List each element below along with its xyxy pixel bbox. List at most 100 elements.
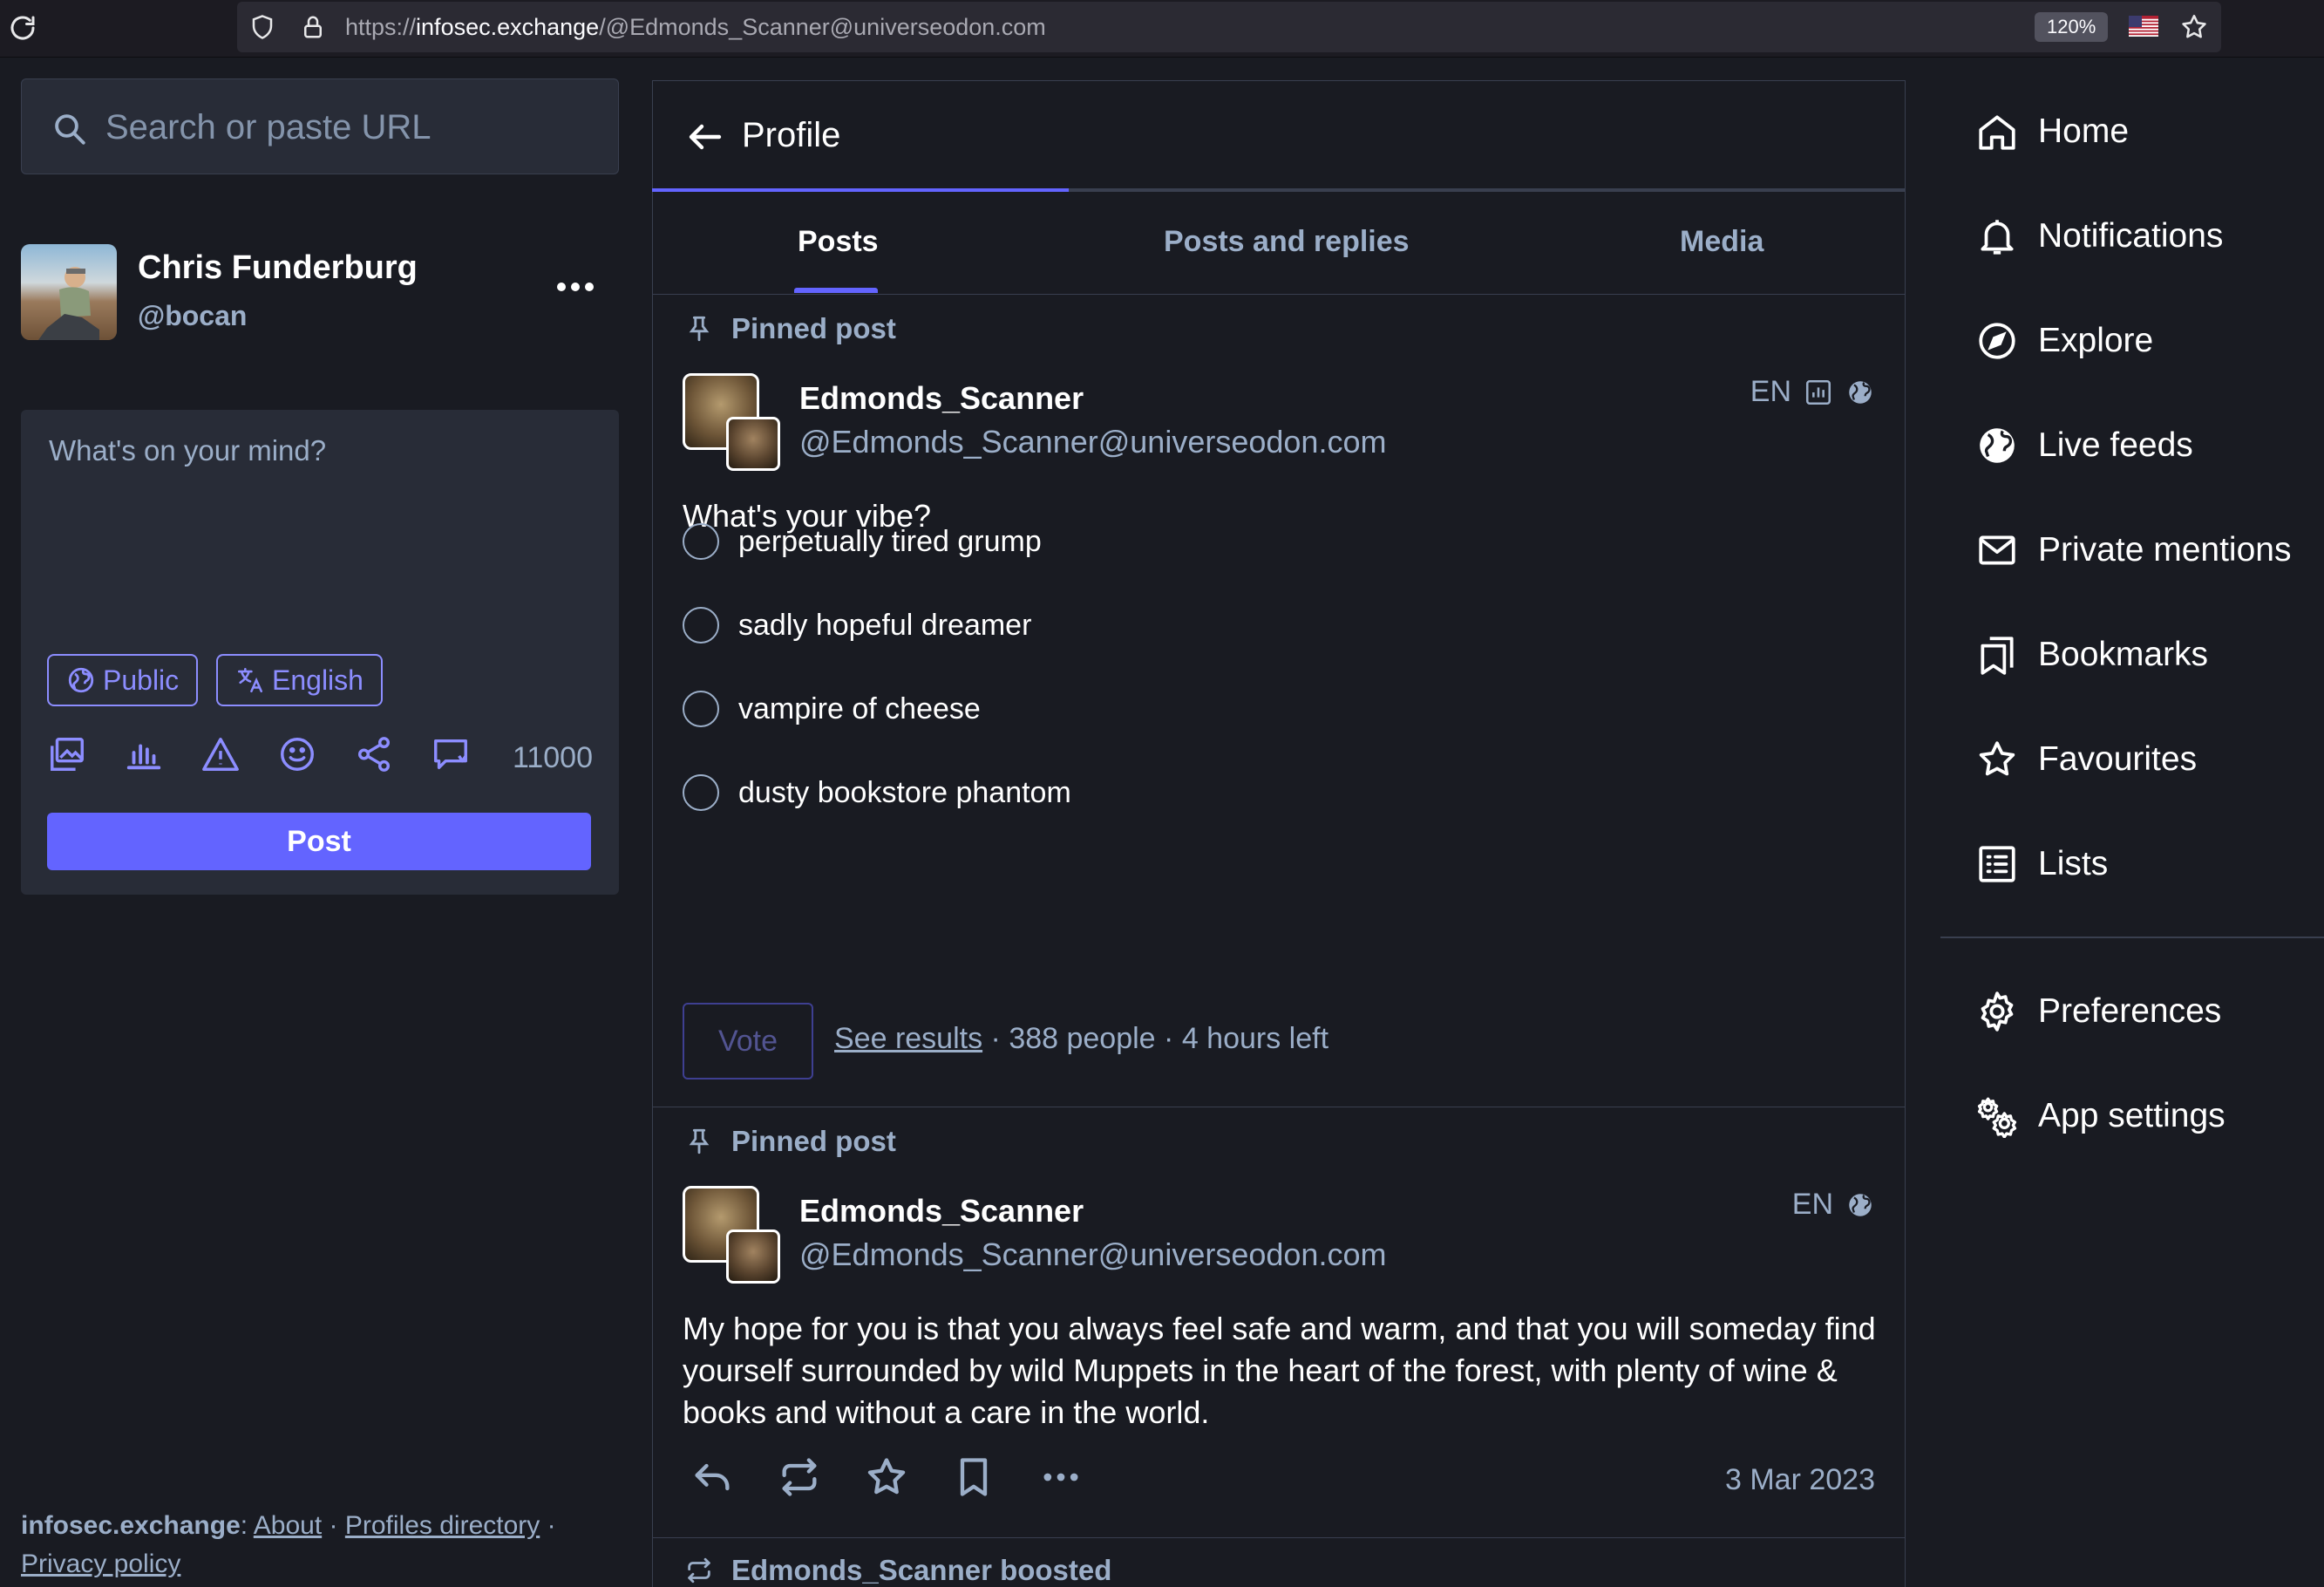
display-name[interactable]: Edmonds_Scanner xyxy=(799,380,1084,417)
bookmarks-icon xyxy=(1981,637,2014,675)
avatar[interactable] xyxy=(683,373,780,471)
account-name[interactable]: Chris Funderburg xyxy=(138,249,418,287)
bookmark-star-icon[interactable] xyxy=(2179,12,2209,42)
globe-icon xyxy=(68,667,94,693)
tab-posts[interactable]: Posts xyxy=(798,225,879,259)
address-bar[interactable]: https://infosec.exchange/@Edmonds_Scanne… xyxy=(237,2,2221,52)
poll-icon[interactable] xyxy=(124,734,164,774)
account-avatar-overlay xyxy=(726,417,780,471)
status-item[interactable]: Edmonds_Scanner boosted xyxy=(652,1538,1906,1587)
poll-radio[interactable] xyxy=(683,691,719,727)
vote-button[interactable]: Vote xyxy=(683,1003,813,1080)
see-results-link[interactable]: See results xyxy=(834,1022,982,1055)
compose-textarea[interactable] xyxy=(49,434,589,635)
poll-radio[interactable] xyxy=(683,607,719,644)
account-handle[interactable]: @Edmonds_Scanner@universeodon.com xyxy=(799,424,1386,460)
about-link[interactable]: About xyxy=(254,1511,322,1540)
column-header: Profile xyxy=(652,80,1906,192)
search-input[interactable] xyxy=(105,100,594,154)
pin-icon xyxy=(689,1128,710,1154)
poll-radio[interactable] xyxy=(683,774,719,811)
active-tab-indicator xyxy=(794,288,878,293)
status-item[interactable]: Pinned post Edmonds_Scanner @Edmonds_Sca… xyxy=(652,1107,1906,1538)
poll-option-label: sadly hopeful dreamer xyxy=(738,608,1032,642)
share-icon[interactable] xyxy=(354,734,394,774)
nav-label: App settings xyxy=(2038,1097,2225,1134)
globe-icon[interactable] xyxy=(1845,378,1875,407)
star-icon xyxy=(1979,741,2015,776)
nav-label: Home xyxy=(2038,112,2130,150)
url-text[interactable]: https://infosec.exchange/@Edmonds_Scanne… xyxy=(345,14,1046,41)
zoom-level-badge[interactable]: 120% xyxy=(2035,12,2109,42)
poll-option[interactable]: vampire of cheese xyxy=(683,691,981,727)
reload-icon[interactable] xyxy=(7,12,38,44)
visibility-button[interactable]: Public xyxy=(47,654,199,706)
translate-icon xyxy=(237,667,263,693)
nav-private-mentions[interactable]: Private mentions xyxy=(1975,520,2291,581)
status-action-bar xyxy=(690,1454,1084,1500)
poll-option-label: vampire of cheese xyxy=(738,691,981,725)
boost-icon[interactable] xyxy=(777,1454,822,1500)
account-handle[interactable]: @bocan xyxy=(138,300,247,332)
nav-preferences[interactable]: Preferences xyxy=(1975,981,2221,1042)
status-meta: EN xyxy=(1750,375,1875,409)
poll-badge-icon xyxy=(1805,379,1831,405)
us-flag-icon[interactable] xyxy=(2129,16,2158,37)
footer-links: infosec.exchange: About · Profiles direc… xyxy=(21,1511,556,1578)
display-name[interactable]: Edmonds_Scanner xyxy=(799,1193,1084,1229)
nav-label: Private mentions xyxy=(2038,531,2292,569)
privacy-policy-link[interactable]: Privacy policy xyxy=(21,1550,180,1578)
list-icon xyxy=(1979,846,2015,882)
prepend-label[interactable]: Edmonds_Scanner boosted xyxy=(731,1554,1111,1587)
lock-icon[interactable] xyxy=(300,14,326,40)
nav-live-feeds[interactable]: Live feeds xyxy=(1975,415,2193,476)
nav-lists[interactable]: Lists xyxy=(1975,834,2108,895)
poll-option[interactable]: dusty bookstore phantom xyxy=(683,774,1071,811)
more-options-icon[interactable] xyxy=(553,274,598,300)
avatar[interactable] xyxy=(21,244,117,340)
globe-icon[interactable] xyxy=(1845,1190,1875,1220)
compass-icon xyxy=(1979,323,2015,359)
search-icon xyxy=(51,111,88,147)
post-button[interactable]: Post xyxy=(47,813,591,870)
pin-icon xyxy=(689,316,710,342)
nav-divider xyxy=(1940,937,2324,938)
emoji-icon[interactable] xyxy=(277,734,317,774)
nav-label: Preferences xyxy=(2038,992,2222,1030)
content-warning-icon[interactable] xyxy=(200,734,241,774)
avatar[interactable] xyxy=(683,1186,780,1284)
back-arrow-icon[interactable] xyxy=(684,116,726,158)
poll-option-label: perpetually tired grump xyxy=(738,524,1042,558)
status-timestamp[interactable]: 3 Mar 2023 xyxy=(1725,1463,1875,1497)
nav-app-settings[interactable]: App settings xyxy=(1975,1086,2225,1147)
account-handle[interactable]: @Edmonds_Scanner@universeodon.com xyxy=(799,1236,1386,1273)
nav-favourites[interactable]: Favourites xyxy=(1975,729,2197,790)
favourite-icon[interactable] xyxy=(864,1454,909,1500)
bell-icon xyxy=(1981,220,2014,255)
account-card: Chris Funderburg @bocan xyxy=(21,241,619,345)
profiles-directory-link[interactable]: Profiles directory xyxy=(345,1511,540,1540)
gear-icon xyxy=(1981,991,2014,1032)
poll-option[interactable]: perpetually tired grump xyxy=(683,523,1042,560)
visibility-label: Public xyxy=(103,664,180,696)
tab-media[interactable]: Media xyxy=(1680,225,1763,259)
nav-home[interactable]: Home xyxy=(1975,101,2129,162)
nav-label: Explore xyxy=(2038,322,2154,359)
nav-notifications[interactable]: Notifications xyxy=(1975,206,2223,267)
tab-posts-and-replies[interactable]: Posts and replies xyxy=(1164,225,1410,259)
nav-bookmarks[interactable]: Bookmarks xyxy=(1975,624,2208,685)
status-item[interactable]: Pinned post Edmonds_Scanner @Edmonds_Sca… xyxy=(652,295,1906,1151)
nav-explore[interactable]: Explore xyxy=(1975,310,2153,371)
poll-radio[interactable] xyxy=(683,523,719,560)
url-scheme: https:// xyxy=(345,14,417,40)
bookmark-icon[interactable] xyxy=(951,1454,996,1500)
quote-icon[interactable] xyxy=(431,734,471,774)
more-icon[interactable] xyxy=(1038,1454,1084,1500)
search-box xyxy=(21,78,619,174)
reply-icon[interactable] xyxy=(690,1454,735,1500)
url-host: infosec.exchange xyxy=(416,14,600,40)
language-button[interactable]: English xyxy=(216,654,383,706)
shield-icon[interactable] xyxy=(249,14,275,40)
image-icon[interactable] xyxy=(47,734,87,774)
poll-option[interactable]: sadly hopeful dreamer xyxy=(683,607,1031,644)
